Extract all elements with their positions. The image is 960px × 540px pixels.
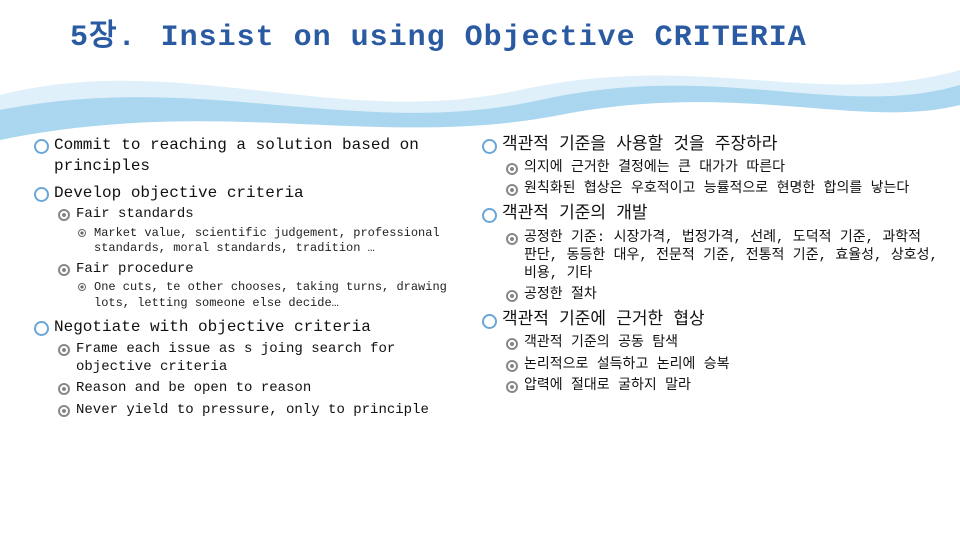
list-item: Frame each issue as s joing search for o… — [54, 340, 470, 376]
list-item: Fair procedure One cuts, te other choose… — [54, 260, 470, 311]
list-item: 객관적 기준에 근거한 협상 객관적 기준의 공동 탐색 논리적으로 설득하고 … — [478, 310, 940, 395]
list-item: 원칙화된 협상은 우호적이고 능률적으로 현명한 합의를 낳는다 — [502, 180, 940, 198]
item-text: 객관적 기준의 공동 탐색 — [524, 335, 678, 351]
item-text: Market value, scientific judgement, prof… — [94, 226, 440, 256]
item-text: 객관적 기준에 근거한 협상 — [502, 311, 705, 330]
list-item: 공정한 기준: 시장가격, 법정가격, 선례, 도덕적 기준, 과학적 판단, … — [502, 229, 940, 284]
list-item: 객관적 기준의 공동 탐색 — [502, 334, 940, 352]
item-text: 의지에 근거한 결정에는 큰 대가가 따른다 — [524, 160, 785, 176]
list-item: Commit to reaching a solution based on p… — [30, 135, 470, 177]
item-text: Reason and be open to reason — [76, 380, 311, 396]
list-item: Fair standards Market value, scientific … — [54, 205, 470, 256]
item-text: 논리적으로 설득하고 논리에 승복 — [524, 357, 730, 373]
item-text: Fair standards — [76, 206, 194, 222]
right-column: 객관적 기준을 사용할 것을 주장하라 의지에 근거한 결정에는 큰 대가가 따… — [478, 135, 940, 425]
item-text: Frame each issue as s joing search for o… — [76, 341, 395, 375]
list-item: Never yield to pressure, only to princip… — [54, 401, 470, 419]
list-item: 논리적으로 설득하고 논리에 승복 — [502, 356, 940, 374]
item-text: 객관적 기준을 사용할 것을 주장하라 — [502, 136, 777, 155]
item-text: 원칙화된 협상은 우호적이고 능률적으로 현명한 합의를 낳는다 — [524, 181, 909, 197]
item-text: 압력에 절대로 굴하지 말라 — [524, 378, 691, 394]
list-item: One cuts, te other chooses, taking turns… — [76, 280, 470, 311]
item-text: Commit to reaching a solution based on p… — [54, 136, 419, 175]
list-item: 압력에 절대로 굴하지 말라 — [502, 377, 940, 395]
item-text: 객관적 기준의 개발 — [502, 205, 648, 224]
left-column: Commit to reaching a solution based on p… — [30, 135, 470, 425]
list-item: Market value, scientific judgement, prof… — [76, 226, 470, 257]
list-item: 객관적 기준의 개발 공정한 기준: 시장가격, 법정가격, 선례, 도덕적 기… — [478, 204, 940, 304]
list-item: 객관적 기준을 사용할 것을 주장하라 의지에 근거한 결정에는 큰 대가가 따… — [478, 135, 940, 198]
page-title: Insist on using Objective CRITERIA — [161, 21, 807, 55]
item-text: Develop objective criteria — [54, 184, 304, 202]
chapter-label: 5장. — [70, 10, 137, 55]
item-text: Never yield to pressure, only to princip… — [76, 402, 429, 418]
list-item: Reason and be open to reason — [54, 379, 470, 397]
list-item: Negotiate with objective criteria Frame … — [30, 317, 470, 419]
item-text: Fair procedure — [76, 261, 194, 277]
list-item: Develop objective criteria Fair standard… — [30, 183, 470, 312]
list-item: 의지에 근거한 결정에는 큰 대가가 따른다 — [502, 159, 940, 177]
item-text: 공정한 기준: 시장가격, 법정가격, 선례, 도덕적 기준, 과학적 판단, … — [524, 230, 938, 282]
item-text: Negotiate with objective criteria — [54, 318, 371, 336]
slide-title-bar: 5장. Insist on using Objective CRITERIA — [0, 0, 960, 55]
item-text: 공정한 절차 — [524, 287, 597, 303]
list-item: 공정한 절차 — [502, 286, 940, 304]
item-text: One cuts, te other chooses, taking turns… — [94, 280, 447, 310]
slide-content: Commit to reaching a solution based on p… — [0, 55, 960, 425]
